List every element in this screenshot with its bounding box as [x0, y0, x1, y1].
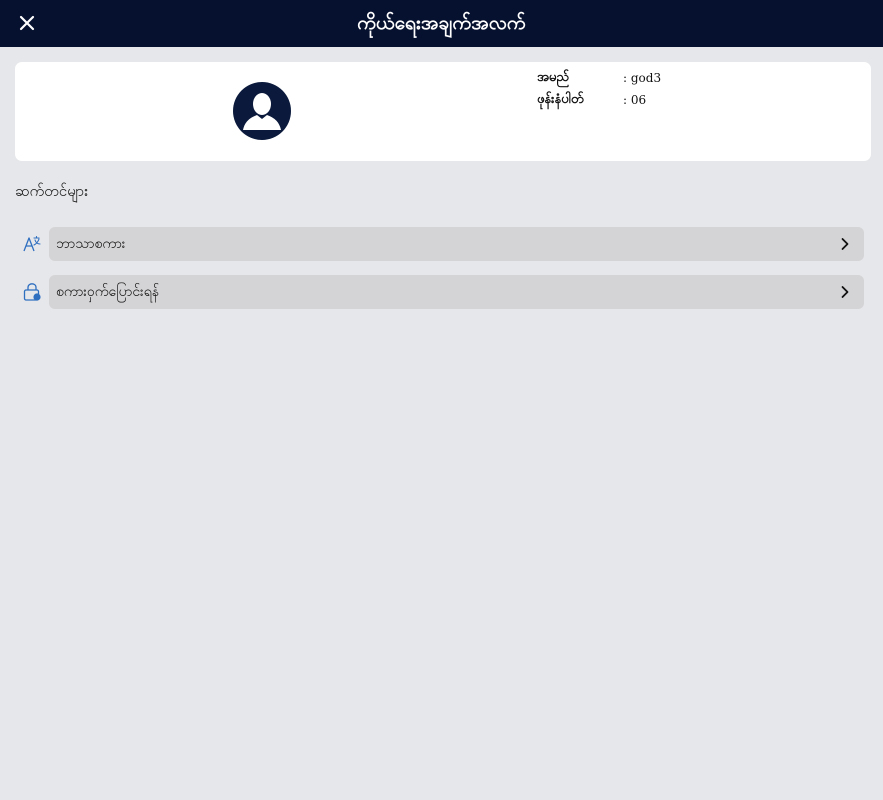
language-label: ဘာသာစကား — [56, 236, 126, 252]
lock-icon — [23, 283, 41, 301]
name-value: : god3 — [623, 71, 662, 85]
avatar — [233, 82, 291, 140]
setting-item-password: စကားဝှက်ပြောင်းရန် — [18, 275, 864, 309]
settings-section-title: ဆက်တင်များ — [15, 182, 89, 200]
change-password-label: စကားဝှက်ပြောင်းရန် — [56, 284, 160, 300]
chevron-right-icon — [841, 238, 849, 250]
phone-value: : 06 — [623, 93, 647, 107]
profile-phone-row: ဖုန်းနံပါတ် : 06 — [537, 90, 646, 110]
setting-item-language: ဘာသာစကား — [18, 227, 864, 261]
phone-label: ဖုန်းနံပါတ် — [537, 91, 584, 107]
user-avatar-icon — [243, 93, 281, 130]
change-password-button[interactable]: စကားဝှက်ပြောင်းရန် — [49, 275, 864, 309]
language-button[interactable]: ဘာသာစကား — [49, 227, 864, 261]
language-icon — [23, 235, 41, 252]
page-title: ကိုယ်ရေးအချက်အလက် — [357, 12, 526, 34]
profile-name-row: အမည် : god3 — [537, 68, 661, 88]
top-bar: ကိုယ်ရေးအချက်အလက် — [0, 0, 883, 47]
chevron-right-icon — [841, 286, 849, 298]
profile-card: အမည် : god3 ဖုန်းနံပါတ် : 06 — [15, 62, 871, 161]
name-label: အမည် — [537, 69, 569, 85]
